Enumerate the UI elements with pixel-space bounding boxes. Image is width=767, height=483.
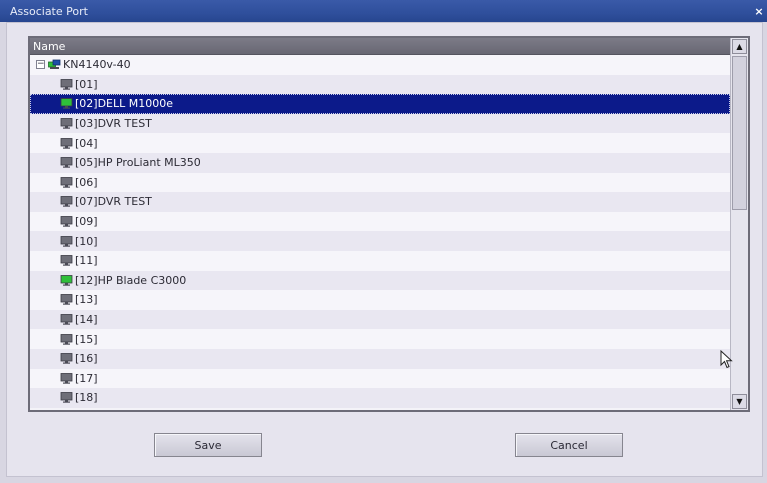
port-row[interactable]: [06]: [30, 172, 730, 193]
port-row[interactable]: [05]HP ProLiant ML350: [30, 152, 730, 173]
port-label: [17]: [75, 371, 98, 385]
tree-node-label: KN4140v-40: [63, 58, 131, 72]
scroll-down-button[interactable]: ▼: [732, 394, 747, 409]
port-label: [03]DVR TEST: [75, 117, 152, 131]
scroll-thumb[interactable]: [732, 56, 747, 210]
monitor-icon: [60, 137, 73, 149]
port-label: [13]: [75, 293, 98, 307]
tree-root-node[interactable]: − KN4140v-40: [30, 55, 730, 75]
monitor-icon: [60, 255, 73, 266]
monitor-icon: [60, 235, 73, 247]
monitor-icon: [60, 157, 73, 168]
close-icon[interactable]: ×: [752, 0, 766, 22]
port-label: [10]: [75, 234, 98, 248]
port-row[interactable]: [15]: [30, 329, 730, 349]
port-row[interactable]: [13]: [30, 290, 730, 310]
port-label: [18]: [75, 391, 98, 405]
monitor-icon: [60, 353, 73, 364]
port-label: [16]: [75, 352, 98, 366]
network-device-icon: [48, 59, 61, 70]
port-label: [06]: [75, 175, 98, 189]
monitor-icon: [60, 314, 73, 325]
port-row[interactable]: [01]: [30, 74, 730, 95]
port-row[interactable]: [02]DELL M1000e: [30, 94, 730, 114]
port-row[interactable]: [12]HP Blade C3000: [30, 270, 730, 291]
port-label: [07]DVR TEST: [75, 195, 152, 209]
save-button[interactable]: Save: [154, 433, 262, 457]
monitor-icon: [60, 196, 73, 208]
port-label: [02]DELL M1000e: [75, 97, 174, 111]
monitor-icon: [60, 294, 73, 306]
port-row[interactable]: [04]: [30, 133, 730, 153]
monitor-icon: [60, 98, 73, 110]
port-list: Name − KN4140v-40 [01] [02]DELL M1000e [03]D…: [28, 36, 750, 412]
port-row[interactable]: [03]DVR TEST: [30, 113, 730, 134]
port-label: [11]: [75, 254, 98, 268]
title-bar: Associate Port ×: [0, 0, 767, 22]
monitor-icon: [60, 274, 73, 286]
mouse-cursor-icon: [720, 350, 733, 369]
port-label: [04]: [75, 136, 98, 150]
monitor-icon: [60, 78, 73, 90]
port-row[interactable]: [09]: [30, 211, 730, 232]
port-tree: − KN4140v-40 [01] [02]DELL M1000e [03]DVR TE…: [30, 55, 730, 410]
monitor-icon: [60, 333, 73, 345]
collapse-icon[interactable]: −: [36, 60, 45, 70]
column-header-name[interactable]: Name: [30, 38, 730, 55]
port-label: [14]: [75, 313, 98, 327]
monitor-icon: [60, 118, 73, 129]
port-row[interactable]: [10]: [30, 231, 730, 251]
port-label: [05]HP ProLiant ML350: [75, 156, 201, 170]
port-row[interactable]: [11]: [30, 250, 730, 271]
port-label: [12]HP Blade C3000: [75, 273, 187, 287]
port-label: [15]: [75, 332, 98, 346]
scroll-up-button[interactable]: ▲: [732, 39, 747, 54]
port-row[interactable]: [17]: [30, 368, 730, 389]
port-label: [01]: [75, 77, 98, 91]
monitor-icon: [60, 372, 73, 384]
monitor-icon: [60, 216, 73, 227]
monitor-icon: [60, 392, 73, 404]
port-row[interactable]: [14]: [30, 309, 730, 330]
port-row[interactable]: [16]: [30, 348, 730, 369]
port-label: [09]: [75, 215, 98, 229]
cancel-button[interactable]: Cancel: [515, 433, 623, 457]
window-title: Associate Port: [10, 4, 88, 18]
monitor-icon: [60, 176, 73, 188]
port-row[interactable]: [18]: [30, 388, 730, 408]
port-row[interactable]: [07]DVR TEST: [30, 192, 730, 212]
